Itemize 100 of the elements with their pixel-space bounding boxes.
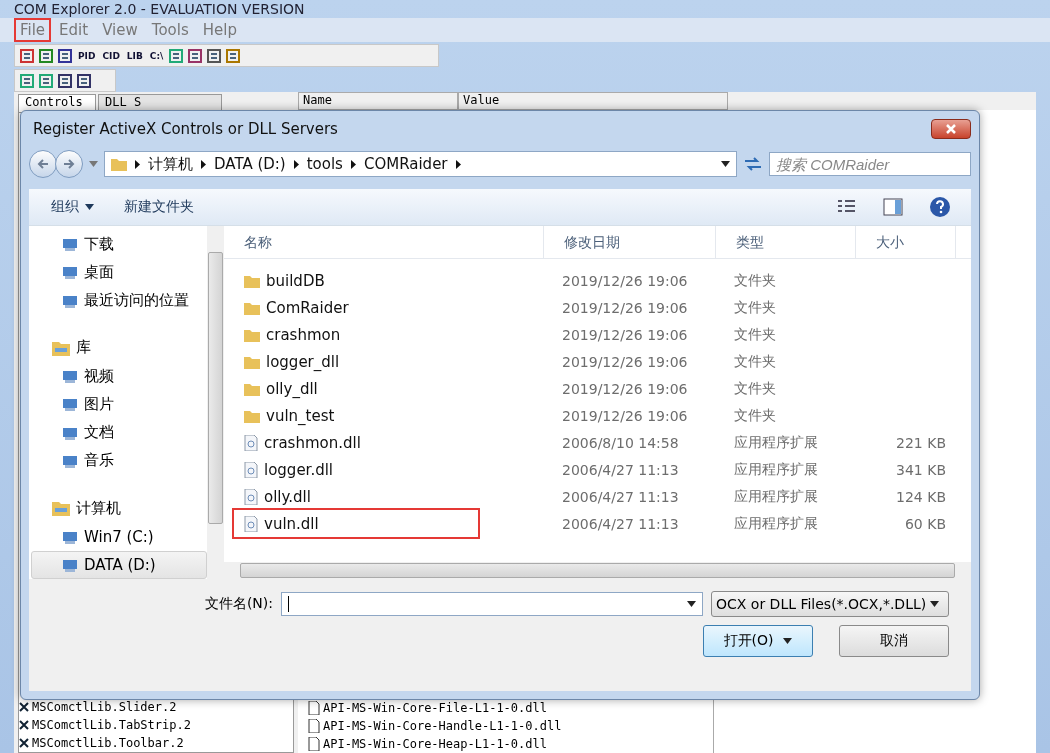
file-row[interactable]: logger.dll 2006/4/27 11:13 应用程序扩展 341 KB <box>224 456 971 483</box>
toolbar-icon[interactable] <box>19 47 35 64</box>
refresh-icon[interactable] <box>743 156 763 172</box>
search-field[interactable]: 搜索 COMRaider <box>769 152 971 176</box>
file-row[interactable]: crashmon.dll 2006/8/10 14:58 应用程序扩展 221 KB <box>224 429 971 456</box>
caret-icon <box>687 601 696 607</box>
open-button[interactable]: 打开(O) <box>703 625 813 657</box>
scrollbar[interactable] <box>224 562 971 579</box>
toolbar-icon[interactable] <box>57 72 73 89</box>
column-header[interactable]: 名称 <box>224 226 544 258</box>
type-cell-text: 应用程序扩展 <box>733 433 818 452</box>
menu-item[interactable]: Help <box>196 18 243 42</box>
column-header[interactable]: Name <box>298 92 458 110</box>
breadcrumb-item[interactable]: DATA (D:) <box>214 155 286 173</box>
folder-icon <box>244 408 260 423</box>
view-options-icon[interactable] <box>837 199 857 215</box>
toolbar-icon[interactable] <box>206 47 223 64</box>
toolbar-icon[interactable] <box>19 72 35 89</box>
nav-item[interactable]: DATA (D:) <box>31 550 207 579</box>
nav-item[interactable]: 计算机 <box>31 494 207 523</box>
toolbar-button[interactable]: LIB <box>124 50 145 61</box>
caret-icon <box>783 638 793 644</box>
nav-item[interactable]: 音乐 <box>31 446 207 476</box>
caret-icon <box>721 161 730 167</box>
toolbar-button[interactable]: CID <box>100 50 122 61</box>
menu-item[interactable]: File <box>14 18 52 42</box>
file-row[interactable]: logger_dll 2019/12/26 19:06 文件夹 <box>224 348 971 375</box>
toolbar-icon[interactable] <box>76 72 92 89</box>
file-row[interactable]: olly.dll 2006/4/27 11:13 应用程序扩展 124 KB <box>224 483 971 510</box>
tree-item[interactable]: API-MS-Win-Core-Handle-L1-1-0.dll <box>308 717 713 735</box>
toolbar-button[interactable]: PID <box>76 50 98 61</box>
preview-pane-icon[interactable] <box>883 198 903 216</box>
toolbar-button[interactable]: 组织 <box>49 196 96 218</box>
nav-item[interactable]: 视频 <box>31 362 207 391</box>
toolbar-icon[interactable] <box>168 47 185 64</box>
menu-item[interactable]: View <box>96 18 144 42</box>
list-item[interactable]: MSComctlLib.Slider.2 <box>19 698 293 716</box>
date-cell-text: 2019/12/26 19:06 <box>561 272 688 289</box>
folder-icon <box>244 300 260 315</box>
file-type-dropdown[interactable]: OCX or DLL Files(*.OCX,*.DLL) <box>711 591 949 617</box>
help-icon[interactable] <box>929 196 951 218</box>
file-row[interactable]: buildDB 2019/12/26 19:06 文件夹 <box>224 267 971 294</box>
menu-item[interactable]: Edit <box>53 18 95 42</box>
nav-item[interactable]: 图片 <box>31 390 207 419</box>
toolbar-icon[interactable] <box>225 47 242 64</box>
place-icon <box>62 453 78 469</box>
toolbar-icon[interactable] <box>187 47 204 64</box>
nav-item[interactable]: 最近访问的位置 <box>31 286 207 315</box>
column-header[interactable]: 大小 <box>856 226 956 258</box>
file-row[interactable]: crashmon 2019/12/26 19:06 文件夹 <box>224 321 971 348</box>
cancel-button[interactable]: 取消 <box>839 625 949 657</box>
back-button[interactable] <box>29 150 57 178</box>
list-item[interactable]: MSComctlLib.TabStrip.2 <box>19 716 293 734</box>
tree-item[interactable]: API-MS-Win-Core-File-L1-1-0.dll <box>308 699 713 717</box>
file-row[interactable]: vuln_test 2019/12/26 19:06 文件夹 <box>224 402 971 429</box>
cross-icon <box>19 738 29 748</box>
nav-item[interactable]: Win7 (C:) <box>31 522 207 551</box>
column-header[interactable]: Value <box>458 92 728 110</box>
file-icon <box>244 515 258 532</box>
file-row[interactable]: olly_dll 2019/12/26 19:06 文件夹 <box>224 375 971 402</box>
list-item[interactable]: MSComctlLib.Toolbar.2 <box>19 734 293 752</box>
file-row[interactable]: ComRaider 2019/12/26 19:06 文件夹 <box>224 294 971 321</box>
toolbar-button[interactable]: 新建文件夹 <box>122 196 196 218</box>
caret-icon <box>89 161 98 167</box>
forward-button[interactable] <box>55 150 83 178</box>
date-cell-text: 2019/12/26 19:06 <box>561 299 688 316</box>
tree-item[interactable]: API-MS-Win-Core-Heap-L1-1-0.dll <box>308 735 713 753</box>
file-row[interactable]: vuln.dll 2006/4/27 11:13 应用程序扩展 60 KB <box>224 510 971 537</box>
address-bar[interactable]: 计算机 DATA (D:) tools COMRaider <box>104 151 737 177</box>
chevron-icon <box>135 159 140 169</box>
breadcrumb-item[interactable]: tools <box>306 155 343 173</box>
size-cell-text: 221 KB <box>896 434 947 451</box>
nav-item[interactable]: 库 <box>31 333 207 363</box>
toolbar-button[interactable]: C:\ <box>147 50 166 61</box>
close-button[interactable] <box>931 119 971 139</box>
folder-icon <box>244 381 260 396</box>
breadcrumb-item[interactable]: COMRaider <box>363 155 448 173</box>
nav-item[interactable]: 桌面 <box>31 258 207 287</box>
filename-field[interactable] <box>281 592 703 616</box>
back-icon <box>37 158 49 170</box>
close-icon <box>946 124 956 134</box>
place-icon <box>62 368 78 385</box>
dialog-title: Register ActiveX Controls or DLL Servers <box>33 120 338 138</box>
folder-icon <box>244 354 260 369</box>
menu-item[interactable]: Tools <box>145 18 195 42</box>
chevron-icon <box>201 159 206 169</box>
column-header[interactable]: 修改日期 <box>544 226 716 258</box>
column-header[interactable]: 类型 <box>716 226 856 258</box>
library-icon <box>52 500 70 517</box>
scrollbar[interactable] <box>207 226 224 579</box>
size-cell-text: 60 KB <box>904 515 947 532</box>
file-name: logger_dll <box>224 352 544 371</box>
toolbar-icon[interactable] <box>57 47 73 64</box>
tab[interactable]: Controls <box>18 94 96 112</box>
place-icon <box>62 264 78 281</box>
toolbar-icon[interactable] <box>38 72 54 89</box>
nav-item[interactable]: 文档 <box>31 418 207 447</box>
breadcrumb-item[interactable]: 计算机 <box>148 154 193 174</box>
nav-item[interactable]: 下载 <box>31 230 207 259</box>
toolbar-icon[interactable] <box>38 47 54 64</box>
